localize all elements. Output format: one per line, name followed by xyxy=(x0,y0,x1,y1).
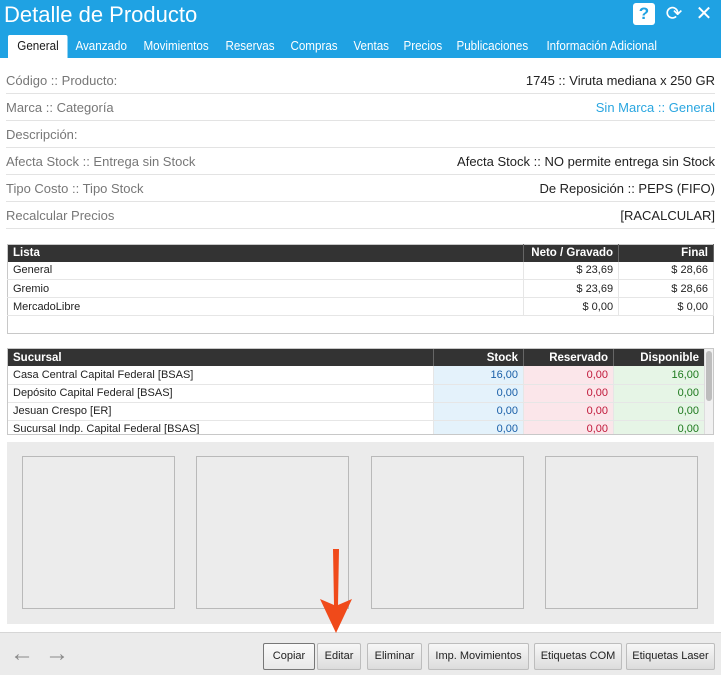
costo-label: Tipo Costo :: Tipo Stock xyxy=(6,181,144,196)
tab-movimientos[interactable]: Movimientos xyxy=(136,35,216,58)
stock-config-value: Afecta Stock :: NO permite entrega sin S… xyxy=(457,154,715,169)
table-row[interactable]: Gremio $ 23,69 $ 28,66 xyxy=(7,279,714,298)
price-list-name: MercadoLibre xyxy=(7,297,525,316)
sucursal-name: Jesuan Crespo [ER] xyxy=(8,402,435,421)
etiquetas-laser-button[interactable]: Etiquetas Laser xyxy=(626,643,715,670)
codigo-value: 1745 :: Viruta mediana x 250 GR xyxy=(525,73,715,88)
info-row-descripcion: Descripción: xyxy=(6,121,715,148)
recalcular-link[interactable]: [RACALCULAR] xyxy=(620,208,715,223)
reservado-value: 0,00 xyxy=(523,420,614,434)
marca-value: Sin Marca :: General xyxy=(596,100,715,115)
tab-bar: General Avanzado Movimientos Reservas Co… xyxy=(0,35,669,58)
info-row-marca: Marca :: Categoría Sin Marca :: General xyxy=(6,94,715,121)
eliminar-button[interactable]: Eliminar xyxy=(367,643,422,670)
stock-header-disponible[interactable]: Disponible xyxy=(613,349,705,366)
price-header-neto[interactable]: Neto / Gravado xyxy=(523,244,620,262)
tab-avanzado[interactable]: Avanzado xyxy=(68,35,134,58)
price-list-name: Gremio xyxy=(7,279,525,298)
table-row[interactable]: Sucursal Indp. Capital Federal [BSAS] 0,… xyxy=(8,420,705,434)
info-row-stock: Afecta Stock :: Entrega sin Stock Afecta… xyxy=(6,148,715,175)
stock-value: 0,00 xyxy=(433,402,525,421)
etiquetas-com-button[interactable]: Etiquetas COM xyxy=(534,643,622,670)
tab-precios[interactable]: Precios xyxy=(396,35,450,58)
table-row[interactable]: Jesuan Crespo [ER] 0,00 0,00 0,00 xyxy=(8,402,705,421)
footer-toolbar: ← → Copiar Editar Eliminar Imp. Movimien… xyxy=(0,632,721,675)
tab-informacion-adicional[interactable]: Información Adicional xyxy=(539,35,664,58)
image-gallery xyxy=(7,442,714,624)
price-neto: $ 0,00 xyxy=(523,297,620,316)
tab-compras[interactable]: Compras xyxy=(283,35,345,58)
product-info: Código :: Producto: 1745 :: Viruta media… xyxy=(0,67,721,229)
stock-value: 0,00 xyxy=(433,420,525,434)
reservado-value: 0,00 xyxy=(523,366,614,385)
stock-value: 16,00 xyxy=(433,366,525,385)
stock-panel: Sucursal Stock Reservado Disponible Casa… xyxy=(7,348,714,435)
tab-general[interactable]: General xyxy=(8,35,68,58)
editar-button[interactable]: Editar xyxy=(317,643,361,670)
price-neto: $ 23,69 xyxy=(523,261,620,280)
image-slot-4[interactable] xyxy=(545,456,698,609)
stock-value: 0,00 xyxy=(433,384,525,403)
info-row-codigo: Código :: Producto: 1745 :: Viruta media… xyxy=(6,67,715,94)
copiar-button[interactable]: Copiar xyxy=(263,643,315,670)
table-row[interactable]: Casa Central Capital Federal [BSAS] 16,0… xyxy=(8,366,705,385)
marca-separator: :: xyxy=(654,100,669,115)
back-arrow-icon[interactable]: ← xyxy=(10,641,34,667)
categoria-link[interactable]: General xyxy=(669,100,715,115)
forward-arrow-icon[interactable]: → xyxy=(45,641,69,667)
disponible-value: 0,00 xyxy=(613,384,705,403)
help-icon[interactable]: ? xyxy=(633,3,655,25)
costo-value: De Reposición :: PEPS (FIFO) xyxy=(539,181,715,196)
stock-scrollbar[interactable] xyxy=(704,349,713,434)
sucursal-name: Sucursal Indp. Capital Federal [BSAS] xyxy=(8,420,435,434)
price-header-final[interactable]: Final xyxy=(618,244,714,262)
tab-ventas[interactable]: Ventas xyxy=(346,35,396,58)
table-row[interactable]: MercadoLibre $ 0,00 $ 0,00 xyxy=(7,297,714,316)
stock-config-label: Afecta Stock :: Entrega sin Stock xyxy=(6,154,196,169)
price-list-name: General xyxy=(7,261,525,280)
reservado-value: 0,00 xyxy=(523,384,614,403)
price-neto: $ 23,69 xyxy=(523,279,620,298)
price-final: $ 28,66 xyxy=(618,279,714,298)
table-row[interactable]: General $ 23,69 $ 28,66 xyxy=(7,261,714,280)
tab-reservas[interactable]: Reservas xyxy=(218,35,282,58)
reservado-value: 0,00 xyxy=(523,402,614,421)
scrollbar-thumb[interactable] xyxy=(706,351,712,401)
recalcular-label: Recalcular Precios xyxy=(6,208,115,223)
window-header: Detalle de Producto ? ⟳ ✕ General Avanza… xyxy=(0,0,721,58)
codigo-label: Código :: Producto: xyxy=(6,73,118,88)
table-row[interactable]: Depósito Capital Federal [BSAS] 0,00 0,0… xyxy=(8,384,705,403)
image-slot-1[interactable] xyxy=(22,456,175,609)
disponible-value: 0,00 xyxy=(613,420,705,434)
close-icon[interactable]: ✕ xyxy=(693,3,715,25)
sucursal-name: Depósito Capital Federal [BSAS] xyxy=(8,384,435,403)
marca-label: Marca :: Categoría xyxy=(6,100,114,115)
info-row-costo: Tipo Costo :: Tipo Stock De Reposición :… xyxy=(6,175,715,202)
tab-publicaciones[interactable]: Publicaciones xyxy=(449,35,536,58)
window-title: Detalle de Producto xyxy=(4,2,198,27)
price-list-table: Lista Neto / Gravado Final General $ 23,… xyxy=(7,244,714,334)
price-header-lista[interactable]: Lista xyxy=(7,244,525,262)
descripcion-label: Descripción: xyxy=(6,127,78,142)
disponible-value: 16,00 xyxy=(613,366,705,385)
sucursal-name: Casa Central Capital Federal [BSAS] xyxy=(8,366,435,385)
stock-table: Sucursal Stock Reservado Disponible Casa… xyxy=(8,349,705,434)
info-row-recalcular: Recalcular Precios [RACALCULAR] xyxy=(6,202,715,229)
stock-header-reservado[interactable]: Reservado xyxy=(523,349,614,366)
imp-movimientos-button[interactable]: Imp. Movimientos xyxy=(428,643,529,670)
image-slot-2[interactable] xyxy=(196,456,349,609)
price-final: $ 28,66 xyxy=(618,261,714,280)
stock-header-sucursal[interactable]: Sucursal xyxy=(8,349,435,366)
price-final: $ 0,00 xyxy=(618,297,714,316)
image-slot-3[interactable] xyxy=(371,456,524,609)
marca-link[interactable]: Sin Marca xyxy=(596,100,655,115)
refresh-icon[interactable]: ⟳ xyxy=(663,3,685,25)
disponible-value: 0,00 xyxy=(613,402,705,421)
stock-header-stock[interactable]: Stock xyxy=(433,349,525,366)
